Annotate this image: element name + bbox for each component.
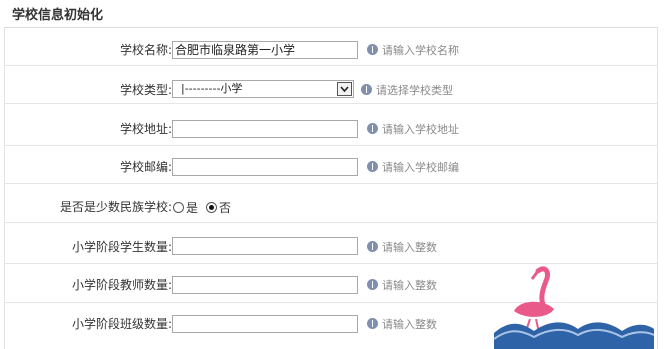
school-type-selected-value: |---------小学 [181,82,243,95]
info-icon [367,44,378,55]
school-address-label: 学校地址: [119,122,172,136]
student-count-label: 小学阶段学生数量: [71,240,172,254]
info-icon [367,241,378,252]
class-count-input[interactable] [172,315,358,333]
minority-no-label[interactable]: 否 [219,199,231,216]
minority-no-radio[interactable] [206,202,217,213]
teacher-count-label: 小学阶段教师数量: [71,278,172,292]
row-divider [5,65,657,66]
school-postcode-input[interactable] [172,158,358,176]
school-type-label: 学校类型: [119,83,172,97]
school-address-hint: 请输入学校地址 [382,123,459,136]
minority-yes-radio[interactable] [173,202,184,213]
school-name-hint: 请输入学校名称 [382,44,459,57]
school-name-label: 学校名称: [119,43,172,57]
school-address-input[interactable] [172,120,358,138]
class-count-hint: 请输入整数 [382,318,437,331]
student-count-input[interactable] [172,237,358,255]
info-icon [367,279,378,290]
minority-school-label: 是否是少数民族学校: [59,200,172,214]
page-title: 学校信息初始化 [12,8,104,23]
info-icon [367,161,378,172]
row-divider [5,222,657,223]
teacher-count-input[interactable] [172,276,358,294]
chevron-down-icon[interactable] [337,82,352,96]
minority-yes-label[interactable]: 是 [186,199,198,216]
class-count-label: 小学阶段班级数量: [71,317,172,331]
school-type-select[interactable]: |---------小学 [172,80,354,98]
row-divider [5,183,657,184]
school-postcode-label: 学校邮编: [119,160,172,174]
info-icon [361,84,372,95]
flamingo-wave-logo [494,266,654,349]
student-count-hint: 请输入整数 [382,241,437,254]
info-icon [367,123,378,134]
row-divider [5,103,657,104]
school-postcode-hint: 请输入学校邮编 [382,161,459,174]
row-divider [5,145,657,146]
school-type-hint: 请选择学校类型 [376,84,453,97]
school-name-input[interactable]: 合肥市临泉路第一小学 [172,41,358,59]
teacher-count-hint: 请输入整数 [382,279,437,292]
info-icon [367,318,378,329]
